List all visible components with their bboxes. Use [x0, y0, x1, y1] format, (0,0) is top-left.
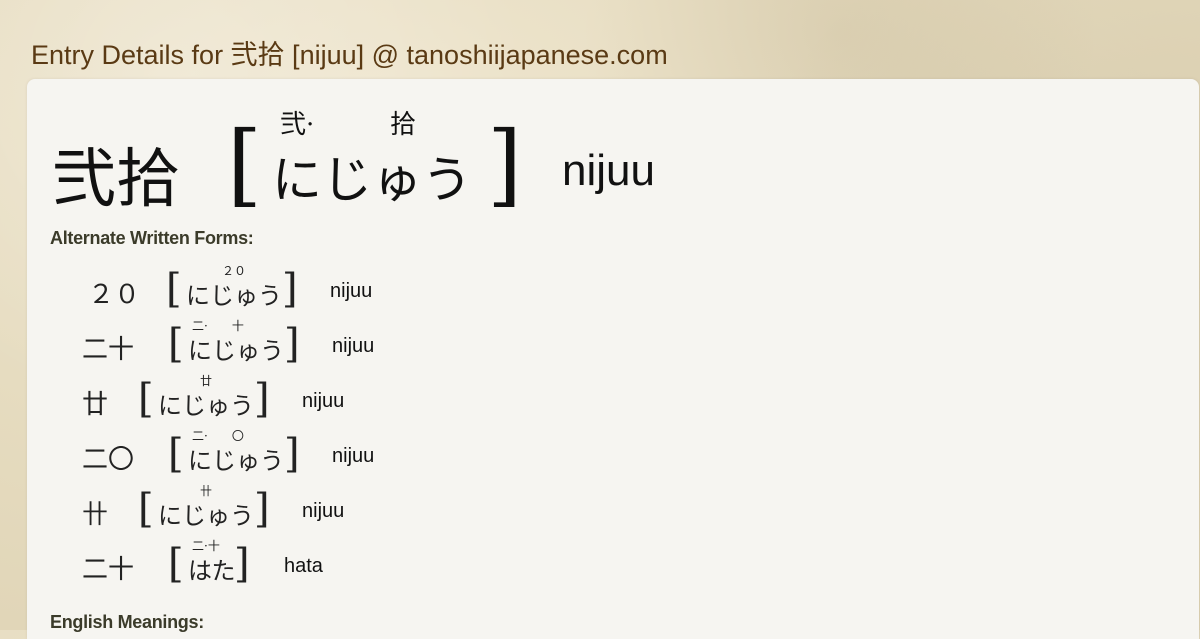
alt-kanji: 卄 [82, 500, 109, 530]
alternate-form-row: 廿 [ 廿 にじゅう ] nijuu [82, 374, 682, 426]
alt-kana: にじゅう [188, 337, 284, 365]
alt-open-bracket: [ [168, 541, 184, 587]
alt-romaji: nijuu [302, 500, 345, 522]
main-kanji: 弐拾 [52, 143, 180, 217]
alt-close-bracket: ] [284, 431, 300, 477]
alt-kanji: 二〇 [82, 445, 135, 475]
alternate-form-row: 二〇 [ 二· 〇 にじゅう ] nijuu [82, 429, 682, 481]
alt-kana: にじゅう [158, 392, 254, 420]
main-romaji: nijuu [562, 146, 655, 195]
alt-kanji: 二十 [82, 555, 135, 585]
alt-close-bracket: ] [234, 541, 250, 587]
alt-open-bracket: [ [166, 266, 182, 312]
alt-kanji: 二十 [82, 335, 135, 365]
alternate-form-row: 二十 [ 二· 十 にじゅう ] nijuu [82, 319, 682, 371]
alt-kana: にじゅう [188, 447, 284, 475]
alt-close-bracket: ] [254, 376, 270, 422]
alt-close-bracket: ] [282, 266, 298, 312]
alternate-form-row: 二十 [ 二·十 はた ] hata [82, 539, 682, 591]
alt-open-bracket: [ [168, 431, 184, 477]
alt-close-bracket: ] [254, 486, 270, 532]
alt-romaji: nijuu [330, 280, 373, 302]
alt-open-bracket: [ [168, 321, 184, 367]
alt-romaji: nijuu [332, 335, 375, 357]
alt-kanji: ２０ [88, 280, 141, 310]
alt-kana: はた [188, 557, 236, 585]
alt-kana: にじゅう [186, 282, 282, 310]
main-furigana-1: 弐· [280, 110, 315, 140]
alt-romaji: nijuu [332, 445, 375, 467]
main-furigana-2: 拾 [390, 110, 417, 140]
alt-romaji: nijuu [302, 390, 345, 412]
alt-kanji: 廿 [82, 390, 109, 420]
close-bracket: ] [487, 112, 523, 217]
alt-close-bracket: ] [284, 321, 300, 367]
page-title: Entry Details for 弐拾 [nijuu] @ tanoshiij… [31, 40, 668, 70]
alt-kana: にじゅう [158, 502, 254, 530]
alternate-forms-heading: Alternate Written Forms: [50, 228, 254, 248]
alt-open-bracket: [ [138, 376, 154, 422]
alternate-form-row: 卄 [ 卄 にじゅう ] nijuu [82, 484, 682, 536]
main-kana: にじゅう [272, 151, 472, 209]
open-bracket: [ [227, 112, 263, 217]
alt-romaji: hata [284, 555, 323, 577]
alt-open-bracket: [ [138, 486, 154, 532]
alternate-form-row: ２０ [ ２０ にじゅう ] nijuu [82, 264, 682, 316]
